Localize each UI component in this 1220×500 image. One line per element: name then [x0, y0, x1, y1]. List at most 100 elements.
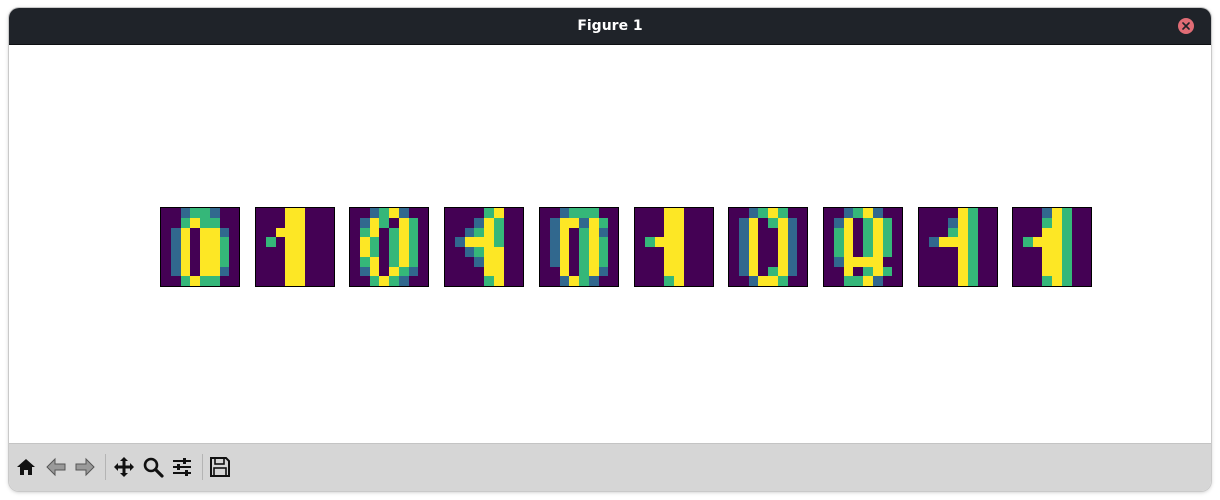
pixel-cell [758, 217, 768, 228]
pixel-cell [503, 217, 514, 228]
pixel-cell [768, 256, 778, 267]
pixel-cell [408, 276, 419, 286]
pixel-cell [180, 256, 191, 267]
pixel-cell [977, 247, 988, 257]
pixel-cell [454, 227, 465, 238]
pixel-cell [872, 208, 883, 218]
pixel-cell [569, 217, 579, 228]
pixel-cell [703, 227, 713, 238]
pixel-cell [729, 237, 739, 247]
pixel-cell [324, 266, 334, 277]
pixel-cell [853, 227, 863, 238]
forward-button[interactable] [72, 454, 98, 480]
pixel-cell [758, 227, 768, 238]
title-bar[interactable]: Figure 1 [9, 8, 1211, 45]
pixel-cell [748, 227, 759, 238]
pixel-cell [654, 227, 665, 238]
pixel-cell [513, 256, 523, 267]
pixel-cell [843, 227, 854, 238]
pixel-cell [1042, 208, 1052, 218]
pixel-cell [768, 217, 778, 228]
pixel-cell [464, 247, 475, 257]
pixel-cell [559, 276, 570, 286]
pixel-cell [350, 276, 360, 286]
pixel-cell [170, 256, 181, 267]
pixel-cell [369, 208, 380, 218]
pixel-cell [635, 266, 645, 277]
pixel-cell [1071, 217, 1082, 228]
pixel-cell [674, 237, 684, 247]
window-title: Figure 1 [577, 18, 643, 34]
pixel-cell [977, 227, 988, 238]
pixel-cell [219, 217, 230, 228]
pan-button[interactable] [111, 454, 137, 480]
pixel-cell [703, 256, 713, 267]
pixel-cell [464, 237, 475, 247]
digit-image-1 [634, 207, 714, 287]
digit-image-1 [444, 207, 524, 287]
pixel-cell [398, 256, 409, 267]
pixel-cell [445, 247, 455, 257]
pixel-cell [882, 208, 893, 218]
pixel-cell [170, 276, 181, 286]
pixel-cell [1052, 237, 1062, 247]
digit-image-0 [539, 207, 619, 287]
pixel-cell [540, 276, 550, 286]
pixel-cell [418, 276, 428, 286]
pixel-cell [1071, 266, 1082, 277]
pixel-cell [967, 276, 978, 286]
pixel-cell [833, 208, 844, 218]
pixel-cell [1042, 247, 1052, 257]
pixel-cell [958, 217, 968, 228]
pixel-cell [1081, 276, 1091, 286]
figure-canvas[interactable] [10, 45, 1210, 443]
pixel-cell [219, 256, 230, 267]
pixel-cell [1022, 227, 1033, 238]
pixel-cell [738, 256, 749, 267]
configure-subplots-button[interactable] [169, 454, 195, 480]
pixel-cell [872, 276, 883, 286]
pixel-cell [493, 217, 504, 228]
pixel-cell [389, 247, 399, 257]
pixel-cell [549, 247, 560, 257]
pixel-cell [369, 256, 380, 267]
pixel-cell [408, 247, 419, 257]
back-button[interactable] [43, 454, 69, 480]
pixel-cell [748, 266, 759, 277]
pixel-cell [324, 256, 334, 267]
pixel-cell [853, 256, 863, 267]
pixel-cell [928, 266, 939, 277]
pixel-cell [350, 266, 360, 277]
save-button[interactable] [207, 454, 233, 480]
pixel-cell [768, 276, 778, 286]
pixel-cell [359, 237, 370, 247]
pixel-cell [674, 276, 684, 286]
pixel-cell [209, 247, 220, 257]
pixel-cell [256, 217, 266, 228]
pixel-cell [229, 237, 239, 247]
pixel-cell [882, 247, 893, 257]
pixel-cell [693, 266, 704, 277]
pixel-cell [275, 256, 286, 267]
zoom-button[interactable] [140, 454, 166, 480]
pixel-cell [369, 276, 380, 286]
pixel-cell [569, 276, 579, 286]
pixel-cell [608, 266, 618, 277]
pixel-cell [598, 227, 609, 238]
pixel-cell [1061, 266, 1072, 277]
home-button[interactable] [13, 454, 39, 480]
pixel-cell [967, 217, 978, 228]
pixel-cell [598, 247, 609, 257]
pixel-cell [608, 256, 618, 267]
pixel-cell [369, 266, 380, 277]
pixel-cell [513, 227, 523, 238]
pixel-cell [787, 208, 798, 218]
close-button[interactable] [1178, 18, 1194, 34]
pixel-cell [1061, 217, 1072, 228]
pixel-cell [503, 237, 514, 247]
pixel-cell [324, 276, 334, 286]
pixel-cell [703, 276, 713, 286]
pixel-cell [1052, 276, 1062, 286]
pixel-cell [324, 237, 334, 247]
pixel-cell [797, 237, 807, 247]
